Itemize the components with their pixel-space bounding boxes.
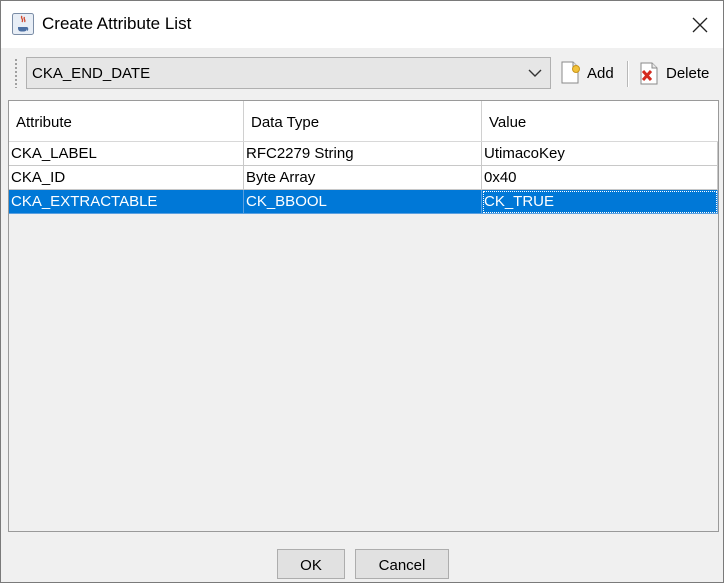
attribute-cell[interactable]: CKA_ID — [9, 166, 244, 190]
column-header-label: Attribute — [16, 114, 72, 131]
value-cell[interactable]: CK_TRUE — [482, 190, 718, 214]
data-type-cell[interactable]: Byte Array — [244, 166, 482, 190]
window-title: Create Attribute List — [42, 14, 192, 33]
value-cell-text: 0x40 — [484, 169, 517, 186]
data-type-cell[interactable]: CK_BBOOL — [244, 190, 482, 214]
attribute-cell-text: CKA_ID — [11, 169, 66, 186]
data-type-cell-text: RFC2279 String — [246, 145, 354, 162]
data-type-cell-text: CK_BBOOL — [246, 193, 327, 210]
attribute-cell[interactable]: CKA_LABEL — [9, 142, 244, 166]
toolbar-separator — [627, 61, 628, 87]
data-type-cell[interactable]: RFC2279 String — [244, 142, 482, 166]
value-cell[interactable]: 0x40 — [482, 166, 718, 190]
attribute-table: Attribute Data Type Value CKA_LABEL RFC2… — [8, 100, 719, 532]
cancel-button[interactable]: Cancel — [355, 549, 449, 579]
attribute-cell-text: CKA_EXTRACTABLE — [11, 193, 158, 210]
column-header-data-type[interactable]: Data Type — [244, 101, 482, 141]
ok-button[interactable]: OK — [277, 549, 345, 579]
delete-document-icon — [640, 62, 658, 85]
close-button[interactable] — [682, 8, 718, 42]
attribute-select-value: CKA_END_DATE — [32, 65, 151, 82]
column-header-label: Value — [489, 114, 527, 131]
cancel-button-label: Cancel — [378, 557, 426, 574]
value-cell-text: UtimacoKey — [484, 145, 565, 162]
column-header-value[interactable]: Value — [482, 101, 718, 141]
add-document-icon — [561, 61, 580, 84]
attribute-cell[interactable]: CKA_EXTRACTABLE — [9, 190, 244, 214]
title-bar: Create Attribute List — [1, 1, 723, 48]
ok-button-label: OK — [300, 557, 322, 574]
delete-button[interactable]: Delete — [637, 58, 717, 88]
value-cell[interactable]: UtimacoKey — [482, 142, 718, 166]
java-coffee-icon — [12, 13, 34, 35]
attribute-select[interactable]: CKA_END_DATE — [26, 57, 551, 89]
value-cell-text: CK_TRUE — [484, 193, 555, 210]
column-header-label: Data Type — [251, 114, 320, 131]
column-header-attribute[interactable]: Attribute — [9, 101, 244, 141]
table-row[interactable]: CKA_ID Byte Array 0x40 — [9, 166, 718, 190]
table-row-selected[interactable]: CKA_EXTRACTABLE CK_BBOOL CK_TRUE — [9, 190, 718, 214]
table-row[interactable]: CKA_LABEL RFC2279 String UtimacoKey — [9, 142, 718, 166]
table-header: Attribute Data Type Value — [9, 101, 718, 142]
toolbar-grip[interactable] — [14, 58, 18, 88]
data-type-cell-text: Byte Array — [246, 169, 316, 186]
create-attribute-list-dialog: Create Attribute List CKA_END_DATE Add D… — [0, 0, 724, 583]
toolbar: CKA_END_DATE Add Delete — [1, 48, 723, 98]
attribute-cell-text: CKA_LABEL — [11, 145, 97, 162]
add-button-label: Add — [587, 65, 614, 82]
chevron-down-icon — [528, 69, 542, 77]
add-button[interactable]: Add — [559, 58, 621, 88]
delete-button-label: Delete — [666, 65, 710, 82]
close-icon — [692, 17, 708, 33]
